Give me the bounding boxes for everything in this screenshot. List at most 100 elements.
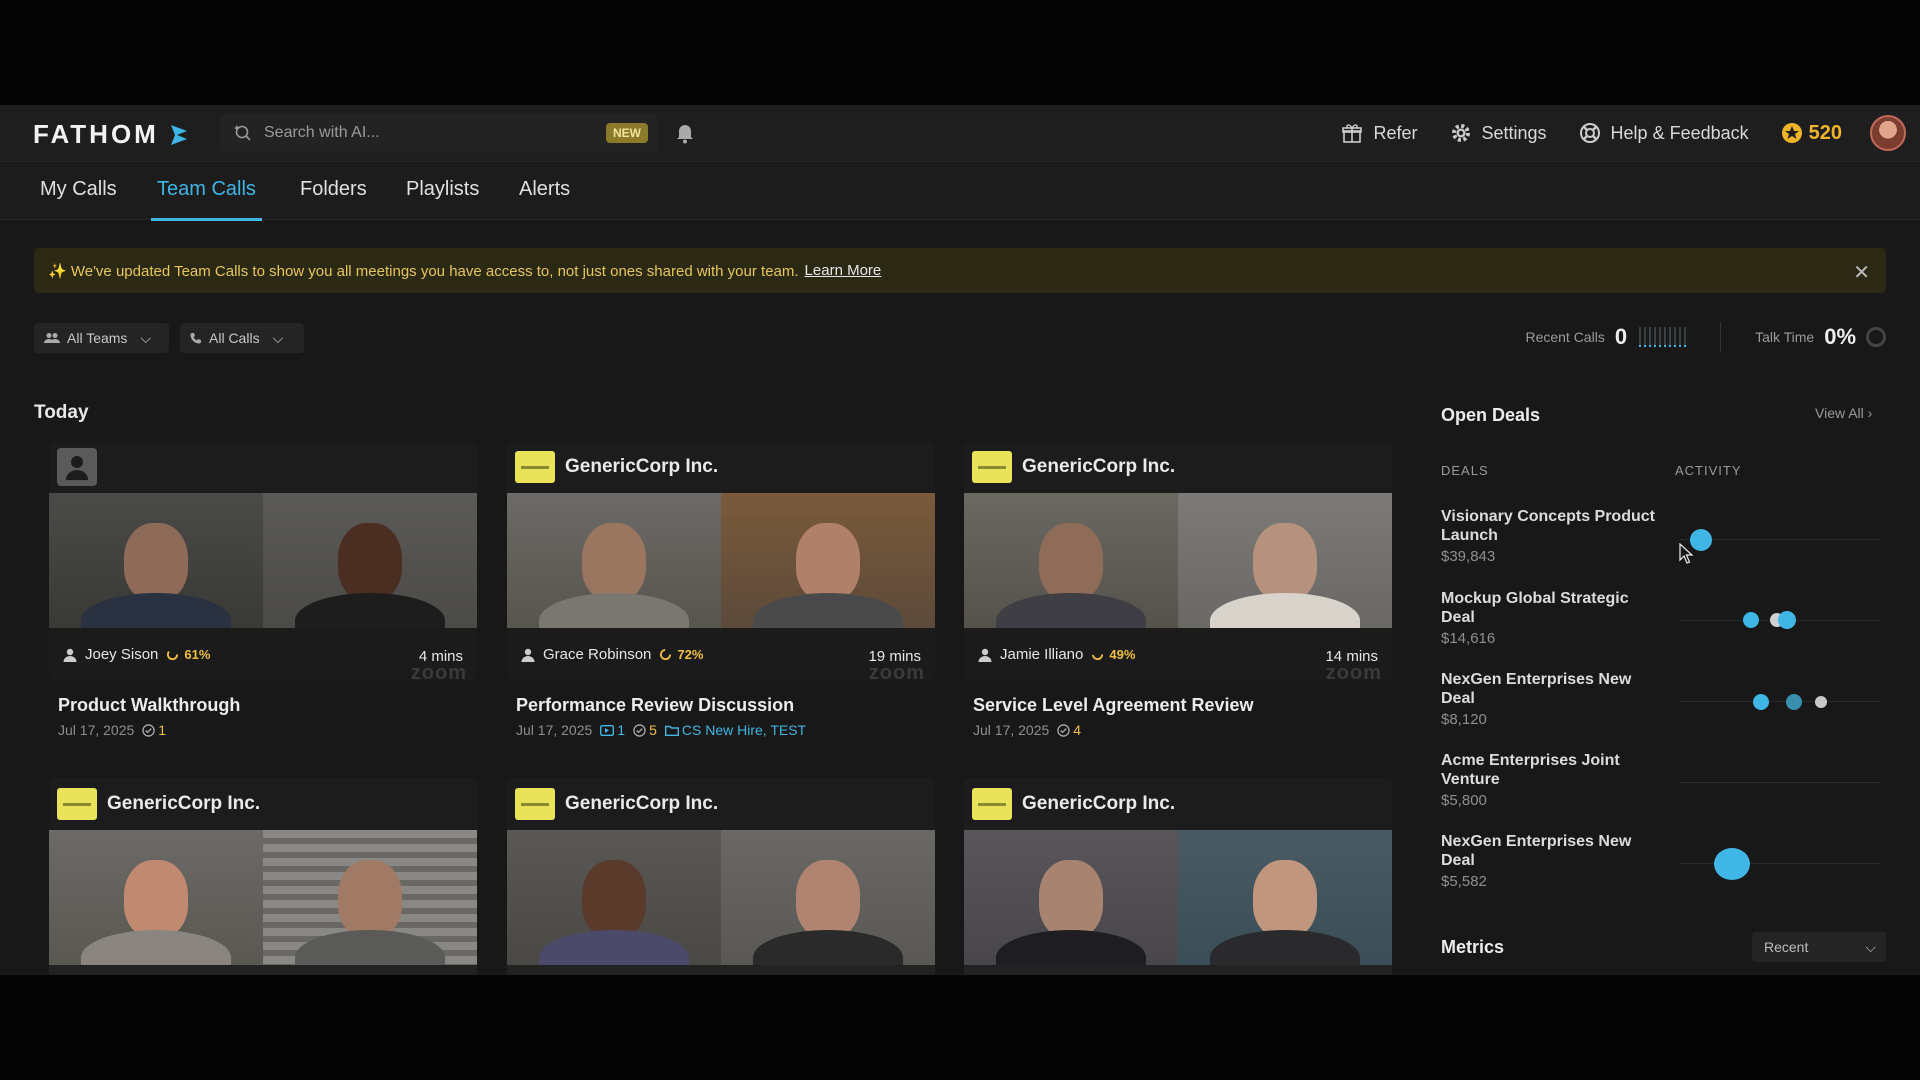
activity-dot[interactable]	[1778, 611, 1796, 629]
clips-count: 1	[600, 722, 625, 738]
phone-icon	[190, 333, 201, 344]
user-icon	[978, 648, 992, 662]
participant-thumbnail	[1178, 830, 1392, 965]
user-icon	[63, 648, 77, 662]
action-items: 1	[142, 722, 166, 738]
deal-name: Acme Enterprises Joint Venture	[1441, 752, 1620, 788]
learn-more-link[interactable]: Learn More	[805, 262, 882, 279]
fathom-logo[interactable]: FATHOM	[33, 119, 191, 150]
progress-ring-icon	[167, 648, 179, 661]
participant-thumbnail	[721, 830, 935, 965]
help-feedback-button[interactable]: Help & Feedback	[1579, 122, 1749, 144]
call-date: Jul 17, 2025	[516, 722, 593, 738]
metrics-title: Metrics	[1441, 937, 1505, 957]
mouse-cursor-icon	[1679, 543, 1694, 564]
call-card[interactable]: GenericCorp Inc.	[507, 778, 935, 975]
top-actions: Refer Settings Help & Feedback 520	[1341, 105, 1920, 161]
call-host: Grace Robinson	[521, 646, 651, 663]
teams-filter[interactable]: All Teams ⌵	[34, 323, 169, 353]
deal-name: Mockup Global Strategic Deal	[1441, 590, 1629, 626]
video-thumbnails	[49, 493, 477, 628]
participant-thumbnail	[507, 830, 721, 965]
banner-text: ✨ We've updated Team Calls to show you a…	[48, 262, 799, 280]
recent-calls-sparkline	[1639, 327, 1687, 347]
clips-value: 1	[617, 722, 626, 738]
tab-alerts[interactable]: Alerts	[519, 178, 570, 221]
participant-thumbnail	[964, 830, 1178, 965]
deal-row[interactable]: Acme Enterprises Joint Venture $5,800	[1441, 751, 1666, 809]
fathom-flag-icon	[170, 124, 187, 145]
top-bar: FATHOM NEW Refer Settings Help & Feedbac…	[0, 105, 1920, 161]
gear-icon	[1451, 124, 1470, 142]
participant-thumbnail	[49, 830, 263, 965]
activity-dot[interactable]	[1743, 612, 1759, 628]
metrics-range-select[interactable]: Recent ⌵	[1752, 932, 1886, 962]
view-all-link[interactable]: View All ›	[1815, 405, 1872, 421]
activity-track	[1680, 701, 1880, 702]
close-icon[interactable]: ✕	[1853, 260, 1870, 285]
section-today-title: Today	[34, 402, 89, 423]
company-name: GenericCorp Inc.	[565, 456, 719, 477]
call-score: 72%	[659, 647, 703, 662]
calls-filter[interactable]: All Calls ⌵	[180, 323, 304, 353]
people-icon	[44, 333, 60, 343]
deal-row[interactable]: NexGen Enterprises New Deal $5,582	[1441, 832, 1666, 890]
call-card[interactable]: GenericCorp Inc.	[964, 778, 1392, 975]
deal-row[interactable]: Visionary Concepts Product Launch $39,84…	[1441, 507, 1666, 565]
points-counter[interactable]: 520	[1781, 122, 1842, 145]
call-card[interactable]: GenericCorp Inc.	[49, 778, 477, 975]
participant-thumbnail	[263, 493, 477, 628]
call-score: 61%	[166, 647, 210, 662]
call-meta: Jul 17, 2025 1	[58, 722, 166, 738]
company-logo	[972, 788, 1012, 820]
settings-button[interactable]: Settings	[1450, 122, 1547, 144]
stats-bar: Recent Calls 0 Talk Time 0%	[1525, 322, 1886, 352]
tab-my-calls[interactable]: My Calls	[40, 178, 117, 221]
update-banner: ✨ We've updated Team Calls to show you a…	[34, 248, 1886, 293]
app-window: FATHOM NEW Refer Settings Help & Feedbac…	[0, 105, 1920, 975]
ai-search-icon	[234, 125, 251, 141]
user-avatar[interactable]	[1870, 115, 1906, 151]
call-title[interactable]: Performance Review Discussion	[516, 695, 794, 716]
stats-divider	[1720, 322, 1722, 352]
open-deals-title: Open Deals	[1441, 405, 1541, 425]
deal-name: Visionary Concepts Product Launch	[1441, 508, 1655, 544]
recent-calls-value: 0	[1614, 324, 1628, 349]
activity-dot[interactable]	[1753, 694, 1769, 710]
tab-folders[interactable]: Folders	[300, 178, 367, 221]
clip-icon	[600, 724, 615, 736]
search-input[interactable]	[264, 124, 594, 142]
action-items: 4	[1057, 722, 1081, 738]
deal-row[interactable]: NexGen Enterprises New Deal $8,120	[1441, 670, 1666, 728]
search-bar[interactable]: NEW	[220, 114, 658, 152]
tab-team-calls[interactable]: Team Calls	[151, 178, 262, 221]
star-coin-icon	[1781, 123, 1802, 143]
card-header: GenericCorp Inc.	[49, 778, 477, 830]
tab-playlists[interactable]: Playlists	[406, 178, 479, 221]
refer-label: Refer	[1373, 122, 1418, 143]
talk-time-value: 0%	[1824, 324, 1856, 349]
company-logo	[515, 451, 555, 483]
activity-track	[1680, 782, 1880, 783]
talk-time-label: Talk Time	[1755, 329, 1815, 345]
call-title[interactable]: Product Walkthrough	[58, 695, 240, 716]
person-icon	[57, 448, 97, 486]
bell-icon[interactable]	[675, 122, 695, 144]
call-title[interactable]: Service Level Agreement Review	[973, 695, 1253, 716]
folder-tags[interactable]: CS New Hire, TEST	[664, 722, 806, 738]
refer-button[interactable]: Refer	[1341, 122, 1418, 144]
activity-track	[1680, 863, 1880, 864]
call-meta: Jul 17, 2025 4	[973, 722, 1081, 738]
video-thumbnails	[507, 493, 935, 628]
call-score: 49%	[1091, 647, 1135, 662]
tabs-bar: My Calls Team Calls Folders Playlists Al…	[0, 161, 1920, 221]
activity-dot[interactable]	[1714, 848, 1750, 880]
chevron-down-icon: ⌵	[1865, 939, 1876, 955]
call-card[interactable]: GenericCorp Inc. Jamie Illiano 49% 14 mi…	[964, 441, 1392, 681]
call-card[interactable]: Joey Sison 61% 4 mins zoom	[49, 441, 477, 681]
activity-dot[interactable]	[1786, 694, 1802, 710]
participant-thumbnail	[1178, 493, 1392, 628]
activity-dot[interactable]	[1815, 696, 1827, 708]
call-card[interactable]: GenericCorp Inc. Grace Robinson 72% 19 m…	[507, 441, 935, 681]
deal-row[interactable]: Mockup Global Strategic Deal $14,616	[1441, 589, 1666, 647]
